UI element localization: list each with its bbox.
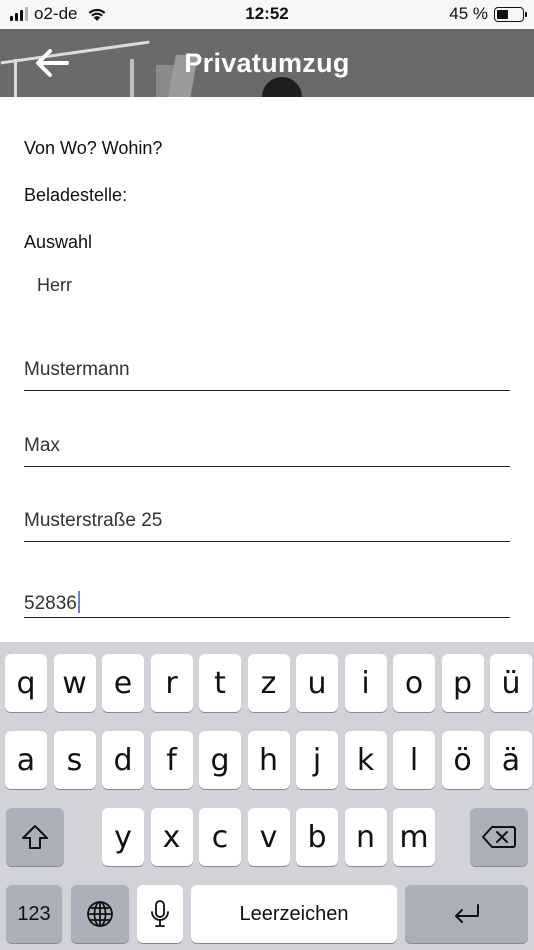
first-name-field[interactable] (24, 417, 510, 467)
status-bar: o2-de 12:52 45 % (0, 0, 534, 29)
status-right: 45 % (449, 4, 527, 24)
globe-icon (87, 901, 113, 927)
numbers-key[interactable]: 123 (6, 885, 62, 943)
space-key[interactable]: Leerzeichen (191, 885, 397, 943)
key-g[interactable]: g (199, 731, 241, 789)
app-bar: Privatumzug (0, 29, 534, 97)
return-icon (454, 904, 479, 923)
key-v[interactable]: v (247, 808, 290, 866)
key-f[interactable]: f (150, 731, 193, 789)
last-name-field[interactable] (24, 341, 510, 391)
numbers-key-label: 123 (17, 902, 51, 925)
key-o[interactable]: o (393, 654, 435, 712)
shift-key[interactable] (6, 808, 64, 866)
battery-percent: 45 % (449, 4, 488, 23)
page-title: Privatumzug (184, 48, 350, 78)
key-b[interactable]: b (296, 808, 338, 866)
postal-code-value: 52836 (24, 593, 77, 614)
street-field[interactable] (24, 492, 510, 542)
key-t[interactable]: t (199, 654, 241, 712)
key-k[interactable]: k (344, 731, 387, 789)
key-e[interactable]: e (102, 654, 144, 712)
key-d[interactable]: d (102, 731, 144, 789)
key-z[interactable]: z (247, 654, 290, 712)
globe-key[interactable] (71, 885, 129, 943)
key-q[interactable]: q (5, 654, 47, 712)
key-ü[interactable]: ü (490, 654, 532, 712)
key-n[interactable]: n (344, 808, 387, 866)
on-screen-keyboard: 123 Leerzeichen qwertzuiopü asdfghjklöä yx… (0, 642, 534, 950)
space-key-label: Leerzeichen (239, 902, 349, 925)
loading-location-label: Beladestelle: (24, 185, 128, 205)
battery-fill (497, 9, 508, 19)
key-y[interactable]: y (102, 808, 144, 866)
key-r[interactable]: r (150, 654, 193, 712)
key-ä[interactable]: ä (490, 731, 532, 789)
key-j[interactable]: j (296, 731, 338, 789)
microphone-icon (151, 900, 169, 927)
postal-code-field[interactable]: 52836 (24, 568, 510, 618)
last-name-input[interactable] (24, 341, 510, 381)
first-name-input[interactable] (24, 417, 510, 457)
salutation-select[interactable]: Herr (37, 275, 72, 296)
key-ö[interactable]: ö (441, 731, 484, 789)
text-cursor (77, 591, 80, 613)
backspace-icon (482, 826, 516, 848)
microphone-key[interactable] (137, 885, 183, 943)
key-i[interactable]: i (344, 654, 387, 712)
key-p[interactable]: p (441, 654, 484, 712)
key-s[interactable]: s (53, 731, 96, 789)
key-m[interactable]: m (393, 808, 435, 866)
battery-icon (494, 6, 527, 22)
key-l[interactable]: l (393, 731, 435, 789)
section-title: Von Wo? Wohin? (24, 138, 163, 158)
return-key[interactable] (405, 885, 528, 943)
key-w[interactable]: w (53, 654, 96, 712)
key-a[interactable]: a (5, 731, 47, 789)
salutation-label: Auswahl (24, 232, 93, 252)
key-x[interactable]: x (150, 808, 193, 866)
shift-icon (22, 825, 48, 849)
key-h[interactable]: h (247, 731, 290, 789)
postal-code-input[interactable]: 52836 (24, 568, 510, 615)
delete-key[interactable] (470, 808, 528, 866)
key-u[interactable]: u (296, 654, 338, 712)
street-input[interactable] (24, 492, 510, 532)
key-c[interactable]: c (199, 808, 241, 866)
